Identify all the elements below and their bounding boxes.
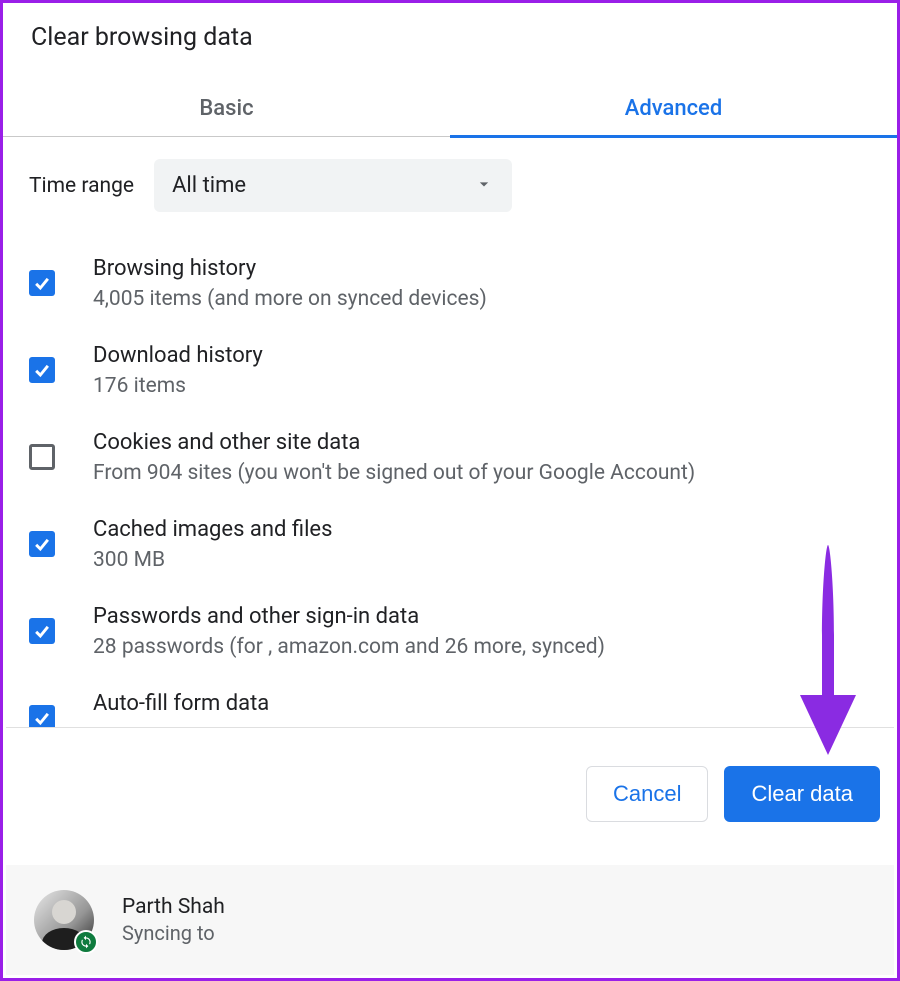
check-item: Download history 176 items: [29, 343, 871, 398]
dialog-content: Time range All time Browsing history 4,00…: [3, 137, 897, 731]
check-title: Cached images and files: [93, 517, 332, 542]
sync-icon: [74, 930, 98, 954]
check-title: Cookies and other site data: [93, 430, 695, 455]
check-text: Download history 176 items: [93, 343, 263, 398]
check-text: Auto-fill form data: [93, 691, 269, 716]
check-subtitle: 300 MB: [93, 548, 332, 572]
check-item: Passwords and other sign-in data 28 passw…: [29, 604, 871, 659]
check-item: Cookies and other site data From 904 site…: [29, 430, 871, 485]
check-item: Auto-fill form data: [29, 691, 871, 731]
dialog-title: Clear browsing data: [3, 3, 897, 80]
profile-text: Parth Shah Syncing to: [122, 895, 225, 945]
check-item: Browsing history 4,005 items (and more on…: [29, 256, 871, 311]
check-title: Browsing history: [93, 256, 487, 281]
profile-bar: Parth Shah Syncing to: [6, 865, 894, 975]
tab-basic[interactable]: Basic: [3, 80, 450, 136]
cancel-button[interactable]: Cancel: [586, 766, 708, 822]
check-title: Passwords and other sign-in data: [93, 604, 605, 629]
check-title: Download history: [93, 343, 263, 368]
checkbox[interactable]: [29, 618, 55, 644]
check-subtitle: 176 items: [93, 374, 263, 398]
check-text: Browsing history 4,005 items (and more on…: [93, 256, 487, 311]
check-subtitle: From 904 sites (you won't be signed out …: [93, 461, 695, 485]
time-range-value: All time: [172, 173, 246, 198]
action-bar: Cancel Clear data: [6, 727, 894, 860]
time-range-dropdown[interactable]: All time: [154, 159, 512, 212]
tabs: Basic Advanced: [3, 80, 897, 137]
check-title: Auto-fill form data: [93, 691, 269, 716]
check-subtitle: 4,005 items (and more on synced devices): [93, 287, 487, 311]
checkbox[interactable]: [29, 531, 55, 557]
check-text: Passwords and other sign-in data 28 passw…: [93, 604, 605, 659]
checkbox[interactable]: [29, 270, 55, 296]
check-text: Cookies and other site data From 904 site…: [93, 430, 695, 485]
checkbox[interactable]: [29, 357, 55, 383]
time-range-label: Time range: [29, 174, 134, 198]
chevron-down-icon: [474, 174, 494, 198]
tab-advanced[interactable]: Advanced: [450, 80, 897, 138]
checkbox[interactable]: [29, 444, 55, 470]
profile-name: Parth Shah: [122, 895, 225, 919]
check-subtitle: 28 passwords (for , amazon.com and 26 mo…: [93, 635, 605, 659]
check-text: Cached images and files 300 MB: [93, 517, 332, 572]
clear-data-button[interactable]: Clear data: [724, 766, 880, 822]
profile-sync-status: Syncing to: [122, 921, 225, 945]
checklist: Browsing history 4,005 items (and more on…: [29, 256, 871, 731]
avatar-wrap: [34, 890, 94, 950]
clear-browsing-data-dialog: Clear browsing data Basic Advanced Time …: [0, 0, 900, 981]
time-range-row: Time range All time: [29, 159, 871, 212]
check-item: Cached images and files 300 MB: [29, 517, 871, 572]
